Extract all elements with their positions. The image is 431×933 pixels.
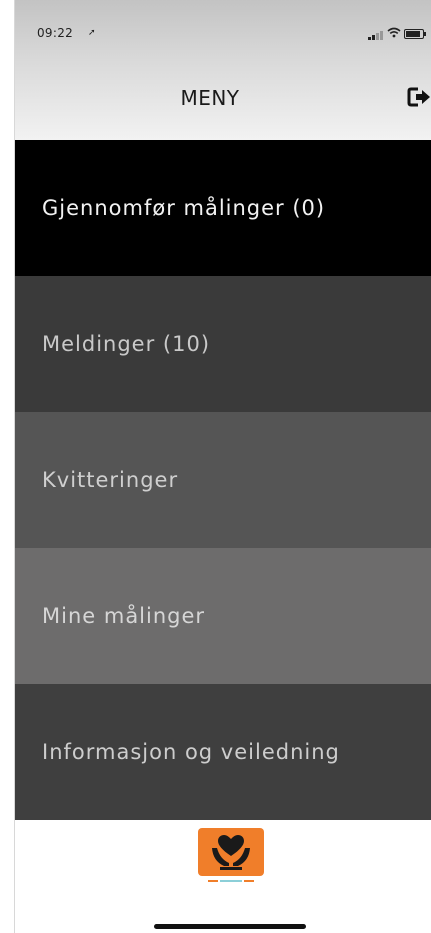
- battery-icon: [404, 29, 426, 39]
- menu-item-messages[interactable]: Meldinger (10): [15, 276, 431, 412]
- menu-item-label: Mine målinger: [42, 604, 206, 628]
- heart-in-hands-logo[interactable]: [198, 828, 264, 876]
- menu-item-label: Meldinger (10): [42, 332, 211, 356]
- menu-item-perform-measurements[interactable]: Gjennomfør målinger (0): [15, 140, 431, 276]
- menu-item-label: Informasjon og veiledning: [42, 740, 340, 764]
- menu-item-label: Gjennomfør målinger (0): [42, 196, 326, 220]
- bottom-bar: [15, 820, 431, 933]
- app-screen: 09:22 ➚ MENY Gjennomfør målinger (0) Mel…: [14, 0, 431, 933]
- status-bar: 09:22 ➚: [15, 24, 431, 44]
- wifi-icon: [387, 27, 401, 41]
- screen-margin: [0, 0, 14, 933]
- page-title: MENY: [180, 86, 240, 110]
- main-menu: Gjennomfør målinger (0) Meldinger (10) K…: [15, 140, 431, 820]
- menu-item-receipts[interactable]: Kvitteringer: [15, 412, 431, 548]
- menu-item-my-measurements[interactable]: Mine målinger: [15, 548, 431, 684]
- navigation-header: 09:22 ➚ MENY: [15, 0, 431, 140]
- logout-button[interactable]: [407, 84, 431, 110]
- logout-icon: [407, 87, 431, 114]
- location-arrow-icon: ➚: [88, 28, 96, 38]
- menu-item-label: Kvitteringer: [42, 468, 179, 492]
- logo-underline: [208, 880, 254, 884]
- menu-item-information-guidance[interactable]: Informasjon og veiledning: [15, 684, 431, 820]
- home-indicator[interactable]: [154, 924, 306, 929]
- status-time: 09:22: [37, 26, 74, 40]
- cellular-signal-icon: [368, 30, 384, 40]
